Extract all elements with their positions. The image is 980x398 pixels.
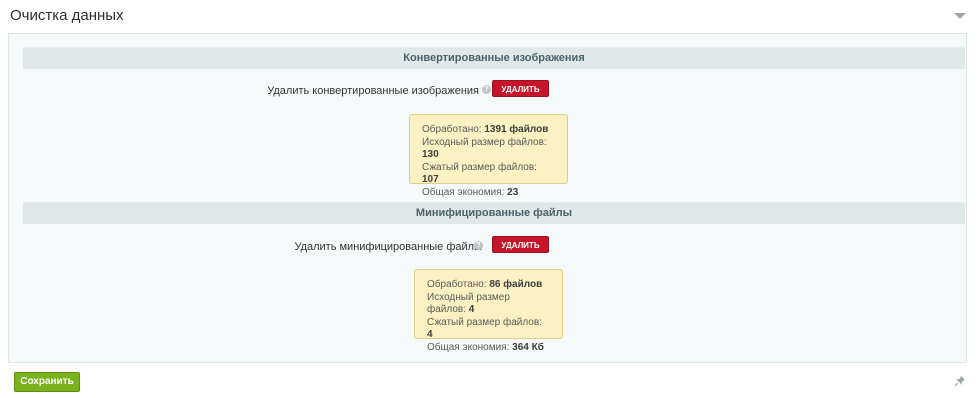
delete-minified-files-button[interactable]: УДАЛИТЬ [492,236,549,253]
option-row-minified-files: Удалить минифицированные файлы ? УДАЛИТЬ [23,236,965,256]
section-header-converted-images: Конвертированные изображения [23,47,965,69]
minified-files-stats: Обработано: 86 файлов Исходный размер фа… [414,269,563,353]
delete-converted-images-label: Удалить конвертированные изображения [267,85,479,97]
stats-source-size: Исходный размер файлов: 130 [422,136,547,161]
stats-processed: Обработано: 86 файлов [427,279,543,290]
page-title: Очистка данных [10,7,124,24]
stats-source-size: Исходный размер файлов: 4 [427,291,510,316]
pin-icon[interactable] [955,376,965,386]
help-icon[interactable]: ? [474,241,483,250]
stats-savings: Общая экономия: 364 Кб [427,341,544,353]
stats-compressed-size: Сжатый размер файлов: 107 [422,161,537,186]
save-button[interactable]: Сохранить [14,372,80,392]
stats-processed: Обработано: 1391 файлов [422,124,549,135]
delete-converted-images-button[interactable]: УДАЛИТЬ [492,80,549,97]
converted-images-stats: Обработано: 1391 файлов Исходный размер … [409,114,568,198]
settings-header: Очистка данных [0,0,980,32]
help-icon[interactable]: ? [482,85,491,94]
delete-minified-files-label: Удалить минифицированные файлы [294,241,482,253]
stats-savings: Общая экономия: 23 [422,186,519,198]
stats-compressed-size: Сжатый размер файлов: 4 [427,316,542,341]
option-row-converted-images: Удалить конвертированные изображения ? У… [23,80,965,100]
section-header-minified-files: Минифицированные файлы [23,202,965,224]
cleanup-panel: Конвертированные изображения Удалить кон… [8,33,967,363]
chevron-down-icon[interactable] [954,13,966,19]
